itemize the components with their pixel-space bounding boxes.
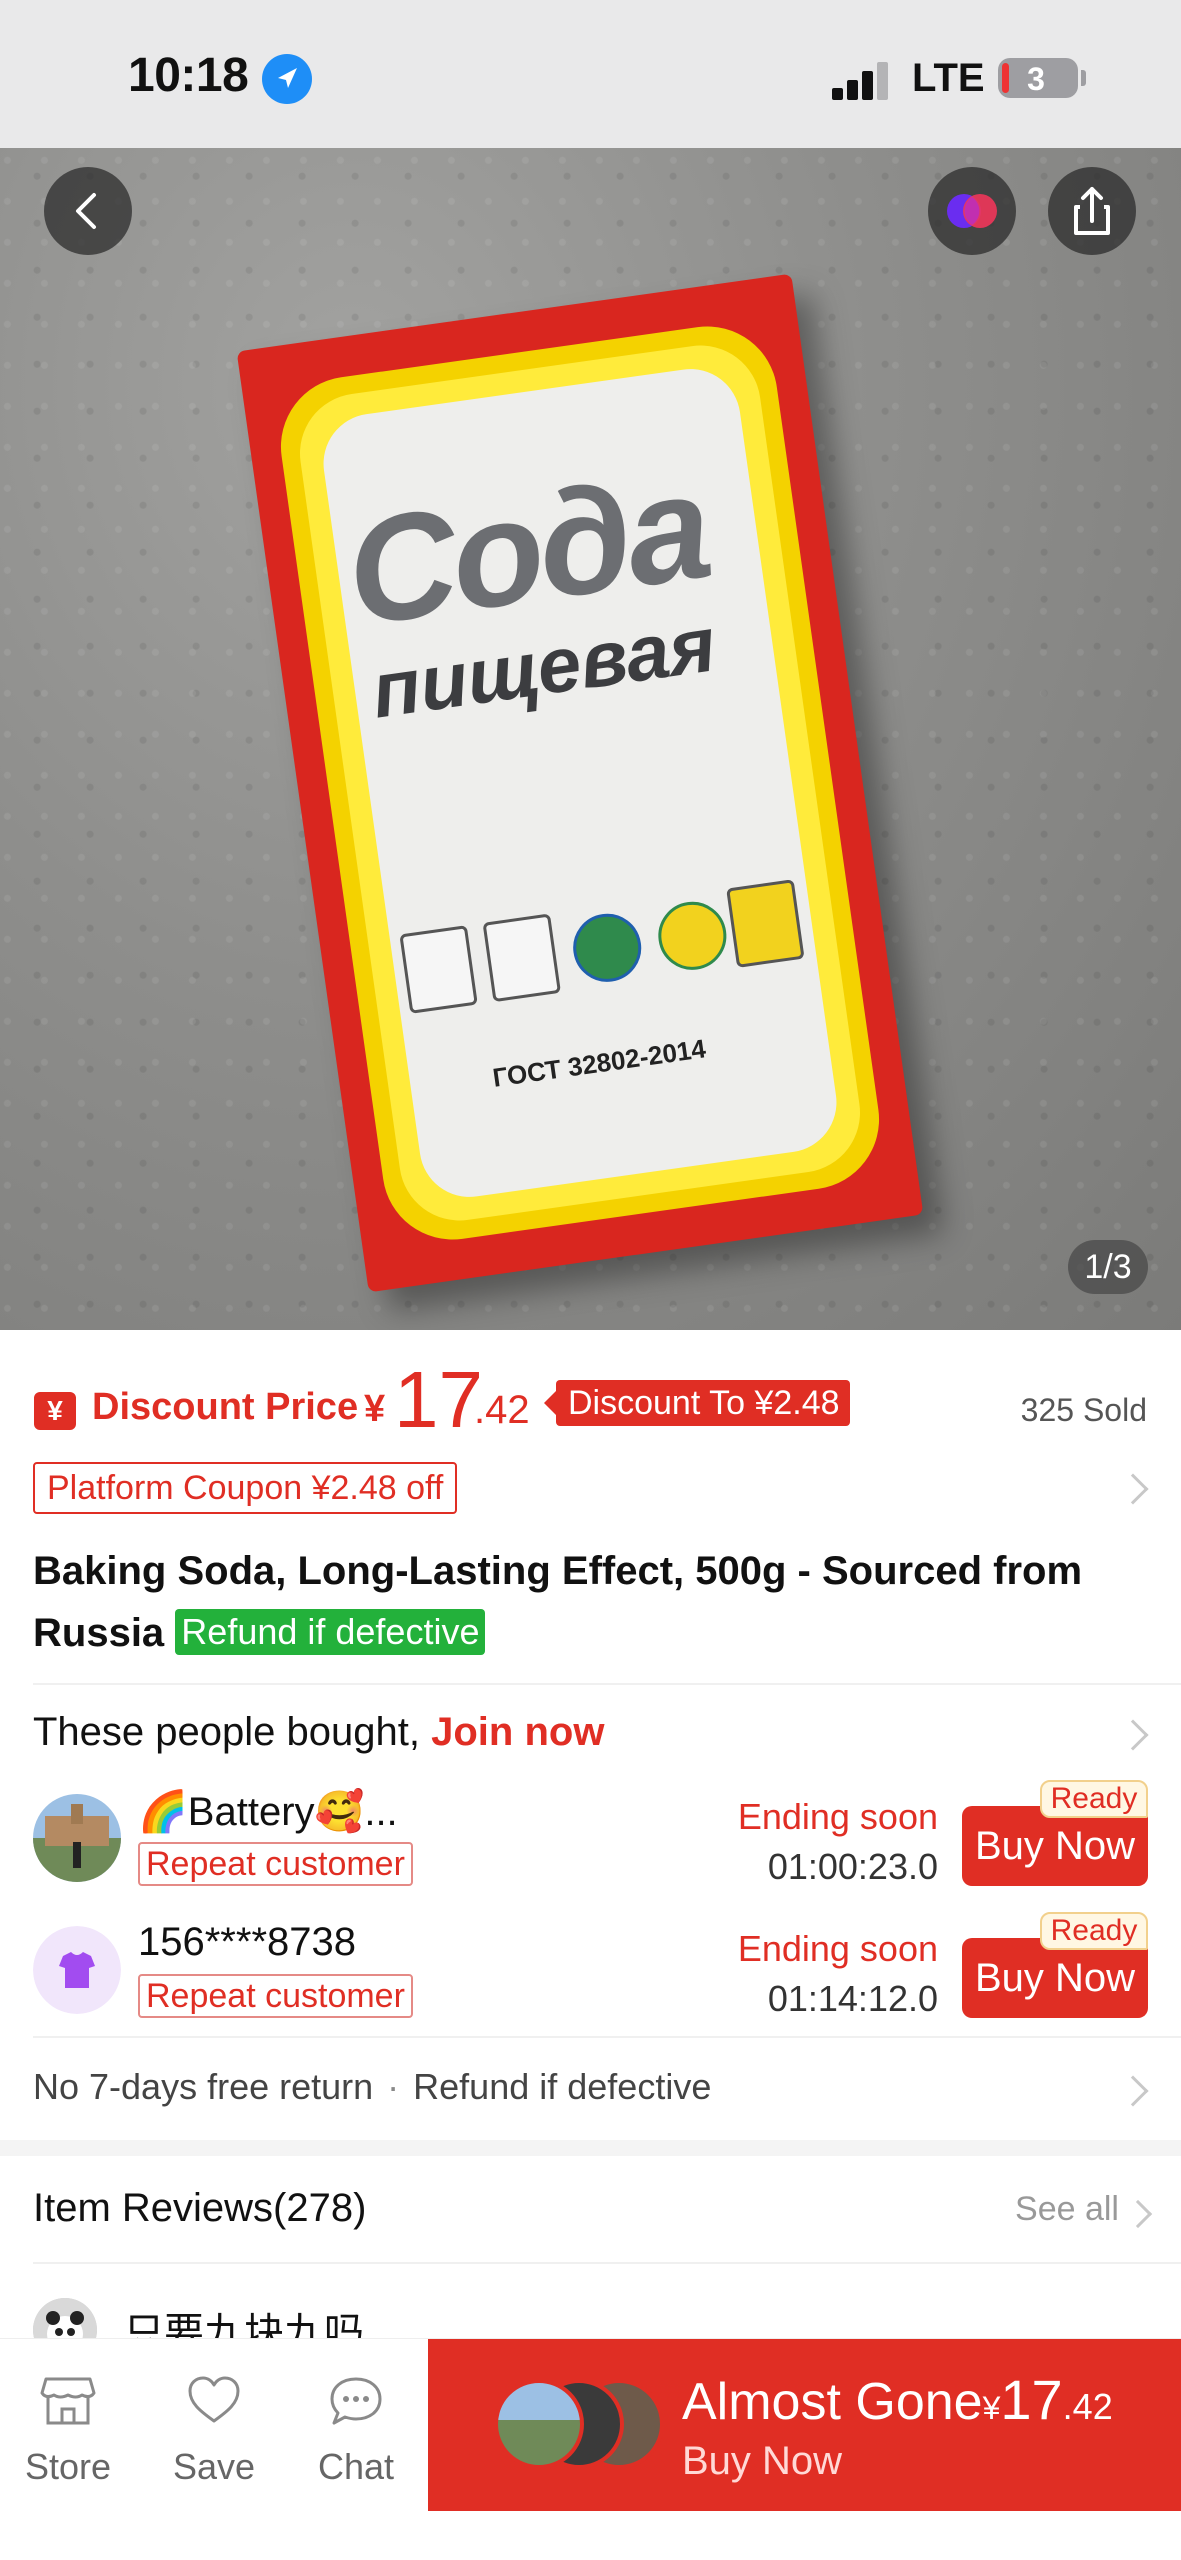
see-all-reviews-link[interactable]: See all: [1015, 2190, 1119, 2229]
product-image-carousel[interactable]: Сода пищевая ГОСТ 32802-2014: [0, 148, 1181, 1330]
bottom-price-currency: ¥: [982, 2390, 1001, 2426]
refund-tag: Refund if defective: [175, 1609, 486, 1655]
countdown-timer: 01:00:23.0: [767, 1846, 938, 1887]
sold-count: 325 Sold: [1020, 1392, 1147, 1428]
almost-gone-text: Almost Gone: [682, 2373, 983, 2431]
price-label: Discount Price: [92, 1386, 359, 1428]
repeat-customer-tag: Repeat customer: [138, 1974, 413, 2018]
group-buy-prefix: These people bought,: [33, 1710, 420, 1754]
countdown-timer: 01:14:12.0: [767, 1978, 938, 2019]
return-policy-row[interactable]: No 7-days free return · Refund if defectiv…: [33, 2066, 711, 2108]
platform-coupon[interactable]: Platform Coupon ¥2.48 off: [33, 1462, 458, 1514]
divider: [33, 1683, 1181, 1685]
buy-now-label: Buy Now: [682, 2439, 843, 2483]
store-icon: [40, 2377, 96, 2425]
separator: ·: [387, 2066, 400, 2107]
coupon-chevron-icon[interactable]: [1117, 1473, 1149, 1505]
chat-button[interactable]: Chat: [296, 2375, 416, 2488]
buy-now-button[interactable]: Buy Now: [962, 1806, 1148, 1886]
group-buyer-row: 🌈Battery🥰... Repeat customer Ending soon…: [0, 1780, 1181, 1914]
similar-items-button[interactable]: [928, 167, 1016, 255]
product-title: Baking Soda, Long-Lasting Effect, 500g -…: [33, 1540, 1153, 1664]
main-buy-now-button[interactable]: Almost Gone¥17.42 Buy Now: [428, 2339, 1181, 2511]
group-buy-chevron-icon[interactable]: [1117, 1719, 1149, 1751]
buyer-name: 🌈Battery🥰...: [138, 1790, 398, 1834]
join-now-link[interactable]: Join now: [431, 1710, 604, 1754]
chevron-left-icon: [76, 193, 96, 229]
group-buyer-row: 156****8738 Repeat customer Ending soon …: [0, 1912, 1181, 2046]
battery-icon: 3: [998, 58, 1078, 98]
avatar: [33, 1926, 121, 2014]
save-label: Save: [172, 2446, 256, 2487]
cellular-signal-icon: [832, 60, 892, 100]
image-counter: 1/3: [1068, 1240, 1148, 1294]
divider: [33, 2036, 1181, 2038]
back-button[interactable]: [44, 167, 132, 255]
group-buy-header[interactable]: These people bought, Join now: [33, 1710, 604, 1755]
price-currency: ¥: [364, 1388, 386, 1430]
share-icon: [1074, 187, 1110, 235]
buyer-avatar-stack: [494, 2379, 664, 2469]
location-arrow-icon: [262, 54, 312, 104]
battery-level: 3: [1027, 61, 1045, 97]
store-label: Store: [24, 2446, 112, 2487]
reviews-title: Item Reviews(278): [33, 2186, 367, 2230]
chat-bubble-icon: [330, 2377, 382, 2425]
overlap-circles-icon: [947, 194, 997, 228]
buy-now-button[interactable]: Buy Now: [962, 1938, 1148, 2018]
bottom-price-integer: 17: [1000, 2368, 1063, 2431]
avatar: [33, 1794, 121, 1882]
buyer-name: 156****8738: [138, 1920, 356, 1964]
heart-icon: [188, 2376, 240, 2423]
status-bar: 10:18 LTE 3: [0, 0, 1181, 148]
save-button[interactable]: Save: [154, 2375, 274, 2488]
bottom-price-decimal: .42: [1062, 2386, 1113, 2427]
share-button[interactable]: [1048, 167, 1136, 255]
ready-badge: Ready: [1040, 1912, 1148, 1950]
ending-soon-label: Ending soon: [737, 1928, 938, 1969]
store-button[interactable]: Store: [8, 2375, 128, 2488]
status-time: 10:18: [128, 49, 249, 102]
almost-gone-label: Almost Gone¥17.42: [682, 2367, 1113, 2432]
ending-soon-label: Ending soon: [737, 1796, 938, 1837]
network-type: LTE: [912, 56, 985, 100]
divider: [33, 2262, 1181, 2264]
discount-price-icon: ¥: [34, 1392, 76, 1430]
return-chevron-icon[interactable]: [1117, 2075, 1149, 2107]
discount-badge: Discount To ¥2.48: [544, 1380, 850, 1426]
price-decimal: .42: [474, 1388, 530, 1432]
repeat-customer-tag: Repeat customer: [138, 1842, 413, 1886]
return-policy: No 7-days free return: [33, 2066, 374, 2107]
see-all-chevron-icon[interactable]: [1123, 2199, 1153, 2229]
refund-policy: Refund if defective: [413, 2066, 712, 2107]
price-integer: 17: [394, 1355, 483, 1444]
section-gap: [0, 2140, 1181, 2156]
ready-badge: Ready: [1040, 1780, 1148, 1818]
chat-label: Chat: [317, 2446, 395, 2487]
bottom-action-bar: Store Save Chat Almost Gone¥17.42 Buy No…: [0, 2338, 1181, 2560]
